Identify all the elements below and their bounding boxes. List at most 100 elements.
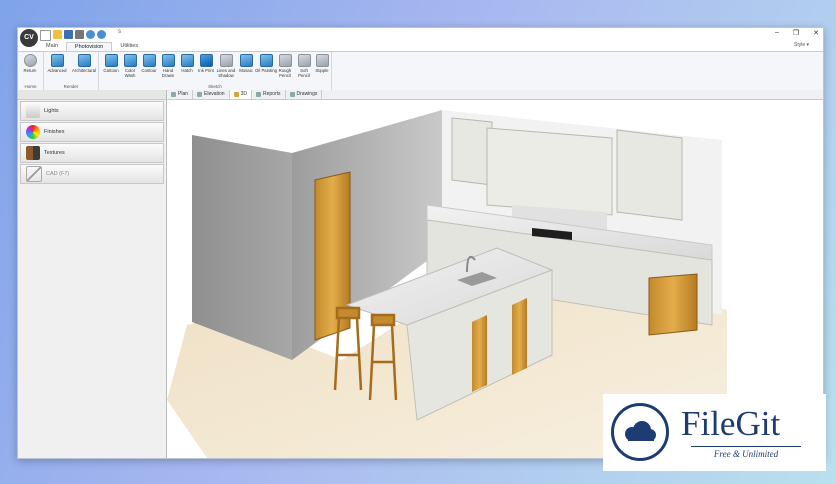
architectural-button[interactable]: Architectural xyxy=(71,54,97,73)
oil-painting-label: Oil Painting xyxy=(255,68,277,73)
tab-main[interactable]: Main xyxy=(38,42,66,51)
panel-item-lights[interactable]: Lights xyxy=(20,101,164,121)
color-wash-label: Color Wash xyxy=(124,68,136,78)
mosaic-button[interactable]: Mosaic xyxy=(236,54,256,73)
contour-button[interactable]: Contour xyxy=(139,54,159,73)
panel-item-textures[interactable]: Textures xyxy=(20,143,164,163)
group-sketch-label: Sketch xyxy=(208,84,222,89)
rough-pencil-icon xyxy=(278,54,292,67)
tab-photovision[interactable]: Photovision xyxy=(65,42,113,51)
view-tabs: Plan Elevation 3D Reports Drawings xyxy=(167,90,823,100)
quick-access-toolbar xyxy=(40,30,106,41)
lines-shadow-label: Lines and Shadow xyxy=(216,68,236,78)
return-button[interactable]: Return xyxy=(20,54,40,73)
ink-print-button[interactable]: Ink Print xyxy=(196,54,216,73)
oil-painting-icon xyxy=(259,54,273,67)
cad-ruler-icon xyxy=(26,166,42,182)
3d-icon xyxy=(233,92,239,97)
color-wash-button[interactable]: Color Wash xyxy=(120,54,140,78)
advanced-render-icon xyxy=(50,54,64,67)
mosaic-label: Mosaic xyxy=(239,68,253,73)
lights-label: Lights xyxy=(44,108,59,114)
reports-label: Reports xyxy=(263,91,281,97)
tab-utilities[interactable]: Utilities xyxy=(112,42,146,51)
left-panel: Lights Finishes Textures CAD (F7) xyxy=(18,90,167,458)
view-tab-elevation[interactable]: Elevation xyxy=(193,90,230,99)
stipple-label: Stipple xyxy=(315,68,329,73)
lamp-icon xyxy=(26,104,40,118)
return-label: Return xyxy=(23,68,37,73)
maximize-button[interactable]: ❐ xyxy=(793,29,799,37)
rough-pencil-label: Rough Pencil xyxy=(278,68,292,78)
watermark-tagline: Free & Unlimited xyxy=(691,446,801,459)
redo-icon[interactable] xyxy=(97,30,106,39)
close-button[interactable]: ✕ xyxy=(813,29,819,37)
upper-cabinet-left xyxy=(451,117,493,186)
ribbon-tabs: Main Photovision Utilities xyxy=(38,42,146,51)
advanced-label: Advanced xyxy=(47,68,67,73)
view-tab-reports[interactable]: Reports xyxy=(252,90,286,99)
color-wheel-icon xyxy=(26,125,40,139)
cartoon-label: Cartoon xyxy=(103,68,119,73)
island-wood-panel xyxy=(472,315,487,392)
group-render-label: Render xyxy=(63,84,79,89)
mosaic-icon xyxy=(239,54,253,67)
view-tab-plan[interactable]: Plan xyxy=(167,90,194,99)
print-icon[interactable] xyxy=(75,30,84,39)
cloud-glyph xyxy=(625,421,656,441)
soft-pencil-label: Soft Pencil xyxy=(298,68,310,78)
advanced-button[interactable]: Advanced xyxy=(47,54,67,73)
new-icon[interactable] xyxy=(40,30,51,41)
drawings-icon xyxy=(289,92,295,97)
group-home-label: Home xyxy=(24,84,37,89)
hatch-label: Hatch xyxy=(181,68,193,73)
color-wash-icon xyxy=(123,54,137,67)
view-tab-3d[interactable]: 3D xyxy=(229,90,252,99)
oil-painting-button[interactable]: Oil Painting xyxy=(255,54,277,73)
elevation-icon xyxy=(197,92,203,97)
return-icon xyxy=(23,54,37,67)
finishes-label: Finishes xyxy=(44,129,65,135)
cad-label: CAD (F7) xyxy=(46,171,70,177)
panel-item-cad[interactable]: CAD (F7) xyxy=(20,164,164,184)
style-dropdown[interactable]: Style ▾ xyxy=(794,42,809,48)
textures-icon xyxy=(26,146,40,160)
save-icon[interactable] xyxy=(64,30,73,39)
contour-icon xyxy=(142,54,156,67)
soft-pencil-icon xyxy=(297,54,311,67)
elevation-label: Elevation xyxy=(204,91,225,97)
undo-icon[interactable] xyxy=(86,30,95,39)
cartoon-button[interactable]: Cartoon xyxy=(101,54,121,73)
panel-header xyxy=(18,90,166,100)
hand-drawn-button[interactable]: Hand Drawn xyxy=(158,54,178,78)
plan-icon xyxy=(171,92,176,97)
minimize-button[interactable]: – xyxy=(775,29,779,37)
panel-item-finishes[interactable]: Finishes xyxy=(20,122,164,142)
contour-label: Contour xyxy=(141,68,157,73)
island-wood-panel-2 xyxy=(512,298,527,375)
ink-print-icon xyxy=(199,54,213,67)
open-icon[interactable] xyxy=(53,30,62,39)
rough-pencil-button[interactable]: Rough Pencil xyxy=(275,54,295,78)
hand-drawn-label: Hand Drawn xyxy=(161,68,175,78)
app-logo[interactable]: CV xyxy=(20,29,38,47)
group-render: Advanced Architectural Render xyxy=(44,52,99,90)
filegit-cloud-icon xyxy=(611,403,669,461)
plan-label: Plan xyxy=(178,91,189,97)
drawings-label: Drawings xyxy=(296,91,318,97)
upper-cabinet-right xyxy=(616,129,683,221)
3d-label: 3D xyxy=(240,91,247,97)
reports-icon xyxy=(256,92,261,97)
view-tab-drawings[interactable]: Drawings xyxy=(286,90,323,99)
cartoon-icon xyxy=(104,54,118,67)
ribbon: Return Home Advanced Architectural Rende… xyxy=(18,51,823,91)
lines-shadow-icon xyxy=(219,54,233,67)
lines-and-shadow-button[interactable]: Lines and Shadow xyxy=(215,54,237,78)
filegit-watermark: FileGit Free & Unlimited xyxy=(603,394,826,471)
soft-pencil-button[interactable]: Soft Pencil xyxy=(294,54,314,78)
hatch-button[interactable]: Hatch xyxy=(177,54,197,73)
title-bar: CV s – ❐ ✕ xyxy=(18,28,823,47)
stipple-button[interactable]: Stipple xyxy=(312,54,332,73)
side-wood-cabinet xyxy=(648,273,698,336)
range-hood xyxy=(486,127,613,216)
